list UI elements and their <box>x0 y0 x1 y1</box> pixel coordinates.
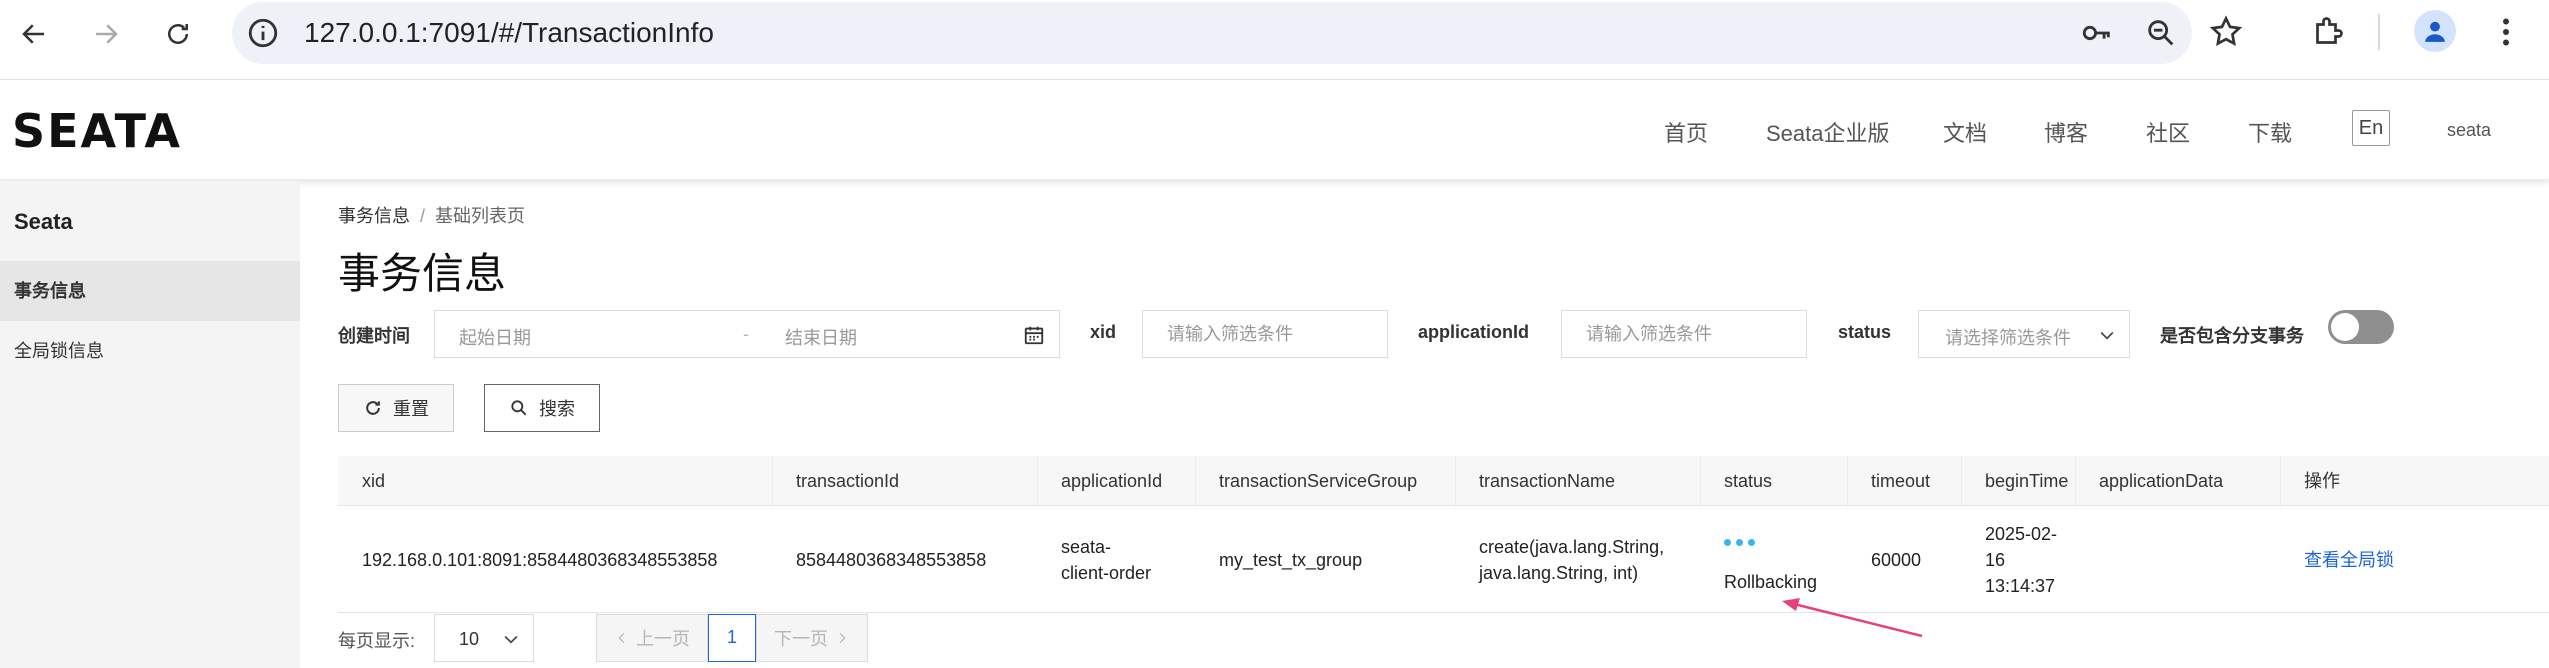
date-range-picker[interactable]: 起始日期 - 结束日期 <box>434 310 1060 358</box>
status-label: status <box>1838 322 1892 342</box>
col-header-begin-time: beginTime <box>1985 471 2069 491</box>
breadcrumb: 事务信息 / 基础列表页 <box>338 202 525 228</box>
page-size-value[interactable]: 10 <box>459 629 479 650</box>
sidebar-item-transaction-info[interactable]: 事务信息 <box>0 261 300 321</box>
col-header-status: status <box>1724 471 1773 491</box>
include-branch-toggle[interactable] <box>2328 310 2394 344</box>
page-number-current[interactable]: 1 <box>708 614 756 662</box>
search-icon <box>511 400 527 416</box>
seata-logo[interactable]: SEATA <box>12 104 182 158</box>
toolbar-separator <box>2378 14 2380 50</box>
view-global-lock-link[interactable]: 查看全局锁 <box>2304 547 2394 573</box>
col-header-transaction-id: transactionId <box>796 471 900 491</box>
start-date-placeholder[interactable]: 起始日期 <box>459 324 531 350</box>
breadcrumb-separator: / <box>420 206 426 226</box>
address-bar[interactable]: 127.0.0.1:7091/#/TransactionInfo <box>232 2 2192 64</box>
create-time-label: 创建时间 <box>338 326 410 346</box>
browser-toolbar: 127.0.0.1:7091/#/TransactionInfo <box>0 0 2549 80</box>
cell-begin-time-line: 13:14:37 <box>1985 576 2056 596</box>
next-page-label: 下一页 <box>774 629 828 649</box>
col-header-application-id: applicationId <box>1061 471 1163 491</box>
nav-home[interactable]: 首页 <box>1664 116 1708 148</box>
col-header-transaction-service-group: transactionServiceGroup <box>1219 471 1418 491</box>
search-button-label: 搜索 <box>539 399 575 419</box>
prev-page-label: 上一页 <box>636 629 690 649</box>
reset-button-label: 重置 <box>393 399 429 419</box>
cell-application-id: seata- client-order <box>1061 534 1151 586</box>
language-toggle-button[interactable]: En <box>2352 110 2390 146</box>
extensions-puzzle-icon[interactable] <box>2310 14 2346 50</box>
menu-dots-icon[interactable] <box>2488 14 2524 50</box>
transaction-table: xid transactionId applicationId transact… <box>338 456 2549 614</box>
page-title: 事务信息 <box>338 250 507 297</box>
table-header: xid transactionId applicationId transact… <box>338 456 2549 506</box>
nav-download[interactable]: 下载 <box>2248 116 2292 148</box>
user-name[interactable]: seata <box>2447 120 2491 141</box>
cell-xid: 192.168.0.101:8091:8584480368348553858 <box>362 550 718 570</box>
nav-docs[interactable]: 文档 <box>1943 116 1987 148</box>
cell-transaction-id: 8584480368348553858 <box>796 550 987 570</box>
cell-timeout: 60000 <box>1871 550 1922 570</box>
date-range-separator: - <box>743 324 749 344</box>
chevron-right-icon <box>839 632 846 644</box>
reload-icon[interactable] <box>158 14 198 54</box>
url-text[interactable]: 127.0.0.1:7091/#/TransactionInfo <box>304 2 714 64</box>
site-info-icon[interactable] <box>246 16 280 50</box>
profile-icon[interactable] <box>2414 10 2456 52</box>
sidebar-item-global-lock-info[interactable]: 全局锁信息 <box>0 321 300 381</box>
sidebar: Seata 事务信息 全局锁信息 <box>0 181 300 668</box>
col-header-transaction-name: transactionName <box>1479 471 1616 491</box>
end-date-placeholder[interactable]: 结束日期 <box>785 324 857 350</box>
cell-begin-time: 2025-02- 16 13:14:37 <box>1985 521 2057 599</box>
table-row: 192.168.0.101:8091:8584480368348553858 8… <box>338 507 2549 613</box>
col-header-timeout: timeout <box>1871 471 1931 491</box>
col-header-xid: xid <box>362 471 386 491</box>
cell-transaction-service-group: my_test_tx_group <box>1219 550 1363 570</box>
cell-transaction-name: create(java.lang.String, java.lang.Strin… <box>1479 534 1664 586</box>
cell-begin-time-line: 2025-02- <box>1985 524 2058 544</box>
reset-button[interactable]: 重置 <box>338 384 454 432</box>
site-header: SEATA 首页 Seata企业版 文档 博客 社区 下载 En seata <box>0 80 2549 180</box>
nav-enterprise[interactable]: Seata企业版 <box>1766 116 1890 148</box>
chevron-left-icon <box>618 632 625 644</box>
status-select-placeholder[interactable]: 请选择筛选条件 <box>1945 324 2071 350</box>
zoom-icon[interactable] <box>2144 16 2178 50</box>
cell-begin-time-line: 16 <box>1985 550 2006 570</box>
back-arrow-icon[interactable] <box>14 14 54 54</box>
application-id-input[interactable] <box>1561 310 1807 358</box>
col-header-application-data: applicationData <box>2099 471 2224 491</box>
chevron-down-icon[interactable] <box>501 629 521 649</box>
next-page-button[interactable]: 下一页 <box>756 614 868 662</box>
cell-application-id-line: client-order <box>1061 563 1152 583</box>
toggle-knob[interactable] <box>2331 313 2359 341</box>
col-header-actions: 操作 <box>2304 471 2340 491</box>
xid-input[interactable] <box>1142 310 1388 358</box>
cell-transaction-name-line: create(java.lang.String, <box>1479 537 1665 557</box>
search-button[interactable]: 搜索 <box>484 384 600 432</box>
breadcrumb-item-basic-list: 基础列表页 <box>435 206 526 226</box>
bookmark-star-icon[interactable] <box>2208 14 2244 50</box>
nav-community[interactable]: 社区 <box>2146 116 2190 148</box>
page-size-select[interactable]: 10 <box>434 614 534 662</box>
nav-blog[interactable]: 博客 <box>2044 116 2088 148</box>
cell-application-id-line: seata- <box>1061 537 1112 557</box>
reset-icon <box>366 401 380 415</box>
breadcrumb-item-transaction-info[interactable]: 事务信息 <box>338 206 410 226</box>
prev-page-button[interactable]: 上一页 <box>596 614 708 662</box>
cell-transaction-name-line: java.lang.String, int) <box>1479 563 1639 583</box>
status-select[interactable]: 请选择筛选条件 <box>1918 310 2130 358</box>
calendar-icon[interactable] <box>1023 324 1045 346</box>
chevron-down-icon[interactable] <box>2097 325 2117 345</box>
status-loading-dots-icon <box>1724 539 1755 546</box>
cell-status: Rollbacking <box>1724 572 1818 592</box>
include-branch-label: 是否包含分支事务 <box>2160 326 2304 346</box>
xid-label: xid <box>1090 322 1117 342</box>
page-size-label: 每页显示: <box>338 631 416 651</box>
application-id-label: applicationId <box>1418 322 1530 342</box>
forward-arrow-icon[interactable] <box>86 14 126 54</box>
sidebar-title: Seata <box>14 209 73 234</box>
password-key-icon[interactable] <box>2080 16 2114 50</box>
